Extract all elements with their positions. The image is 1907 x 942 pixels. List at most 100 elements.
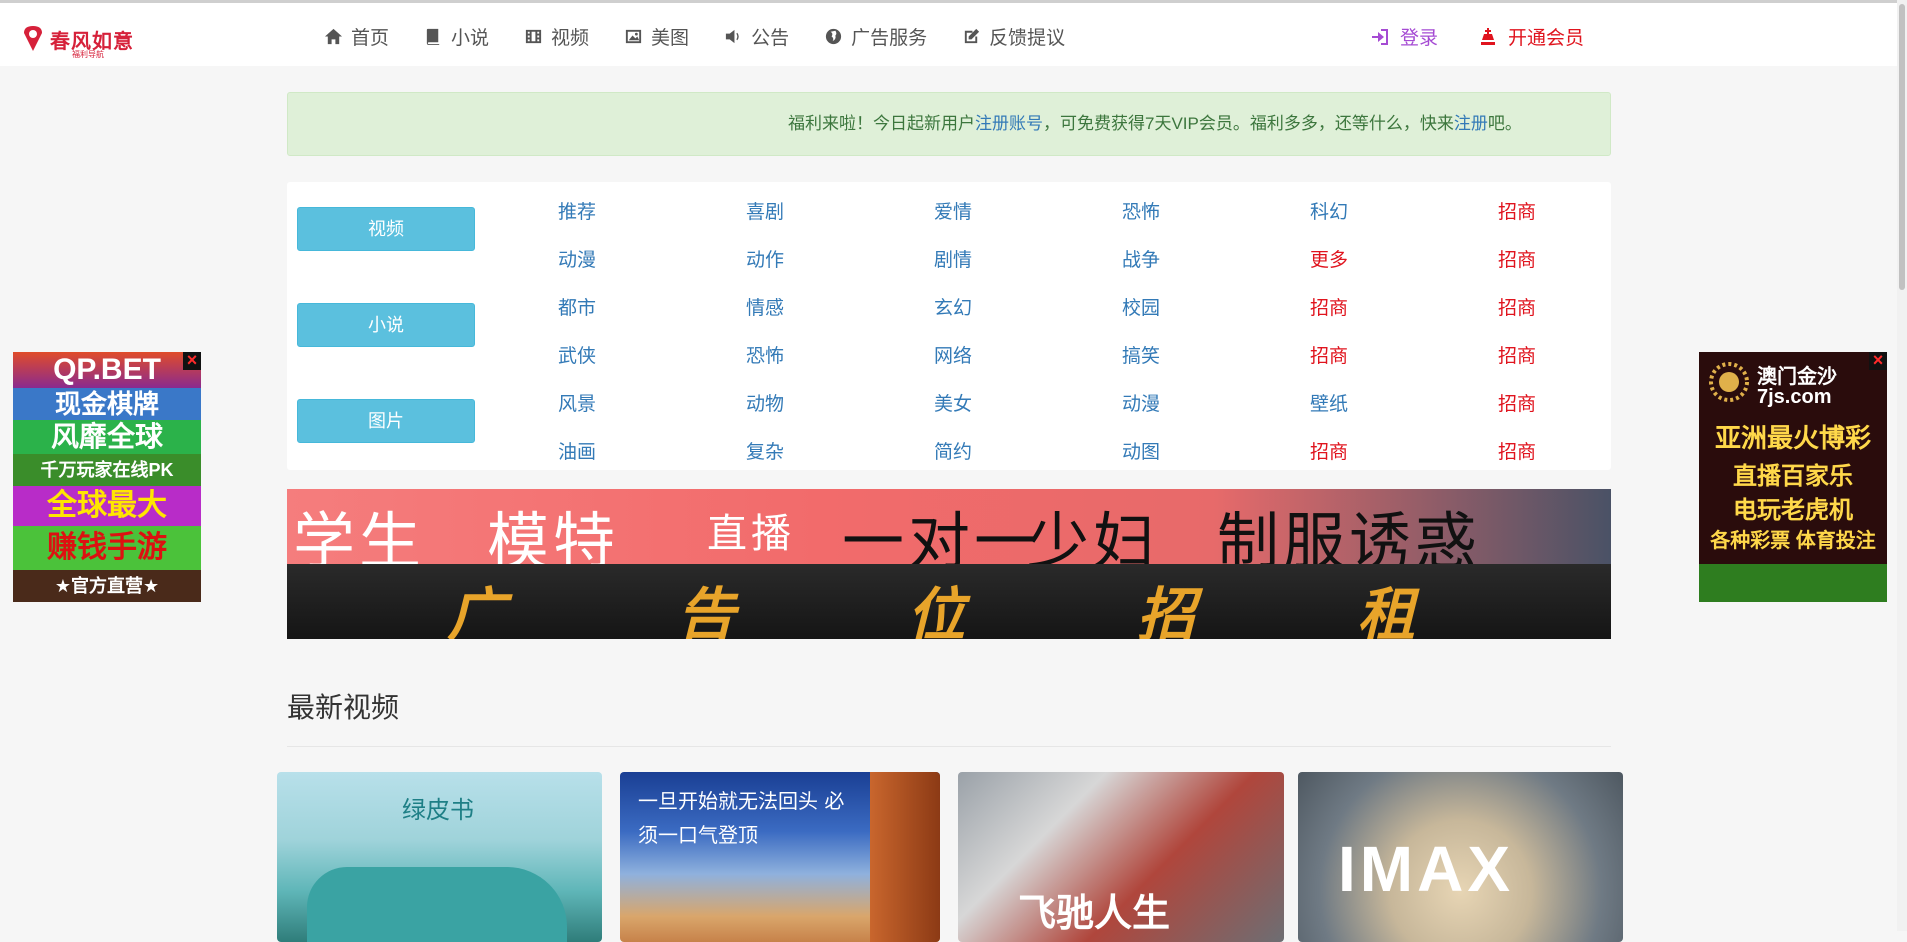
picture-category-button[interactable]: 图片 — [297, 399, 475, 443]
category-link[interactable]: 喜剧 — [746, 197, 934, 224]
category-panel: 视频 小说 图片 推荐 喜剧 爱情 恐怖 科幻 招商 动漫 动作 剧情 战争 更多 招商 都市 情感 玄幻校… — [287, 182, 1611, 470]
category-link[interactable]: 校园 — [1122, 293, 1310, 320]
category-link[interactable]: 风景 — [558, 389, 746, 416]
scrollbar-thumb[interactable] — [1899, 4, 1905, 290]
account-nav: 登录 开通会员 — [1370, 23, 1624, 50]
left-ad-line-7: ★官方直营★ — [13, 570, 201, 602]
site-logo-tagline: 福利导航 — [72, 50, 104, 59]
category-row: 都市 情感 玄幻 校园 招商 招商 — [558, 282, 1686, 330]
category-link[interactable]: 恐怖 — [1122, 197, 1310, 224]
banner-ad[interactable]: 学生 模特 直播 一对一 少妇 制服诱惑 广 告 位 招 租 — [287, 489, 1611, 639]
register-link[interactable]: 注册 — [1454, 114, 1488, 133]
category-link[interactable]: 恐怖 — [746, 341, 934, 368]
category-row: 推荐 喜剧 爱情 恐怖 科幻 招商 — [558, 186, 1686, 234]
banner-ad-top: 学生 模特 直播 一对一 少妇 制服诱惑 — [287, 489, 1611, 578]
category-link[interactable]: 简约 — [934, 437, 1122, 464]
right-ad-line-6: 各种彩票 体育投注 — [1710, 530, 1876, 552]
video-category-button[interactable]: 视频 — [297, 207, 475, 251]
right-ad-line-1: 澳门金沙 — [1757, 366, 1837, 388]
category-link[interactable]: 推荐 — [558, 197, 746, 224]
category-link[interactable]: 招商 — [1498, 437, 1686, 464]
speaker-icon — [725, 29, 739, 44]
category-link[interactable]: 玄幻 — [934, 293, 1122, 320]
category-link[interactable]: 战争 — [1122, 245, 1310, 272]
site-logo[interactable]: 春风如意 福利导航 — [20, 21, 170, 61]
register-account-link[interactable]: 注册账号 — [975, 114, 1043, 133]
novel-category-button[interactable]: 小说 — [297, 303, 475, 347]
category-link[interactable]: 壁纸 — [1310, 389, 1498, 416]
category-grid: 推荐 喜剧 爱情 恐怖 科幻 招商 动漫 动作 剧情 战争 更多 招商 都市 情感 玄幻 校园 招商 招商 武侠 恐怖… — [558, 186, 1686, 474]
nav-announcement-label: 公告 — [751, 28, 790, 49]
video-card[interactable]: 飞驰人生 — [958, 772, 1284, 942]
category-link[interactable]: 网络 — [934, 341, 1122, 368]
right-ad-line-5: 电玩老虎机 — [1733, 497, 1853, 524]
page-scrollbar[interactable] — [1897, 0, 1907, 931]
category-link[interactable]: 搞笑 — [1122, 341, 1310, 368]
welfare-notice: 福利来啦！今日起新用户注册账号，可免费获得7天VIP会员。福利多多，还等什么，快… — [287, 92, 1611, 156]
category-link[interactable]: 美女 — [934, 389, 1122, 416]
category-link[interactable]: 油画 — [558, 437, 746, 464]
category-link[interactable]: 招商 — [1498, 389, 1686, 416]
left-float-ad[interactable]: QP.BET 现金棋牌 风靡全球 千万玩家在线PK 全球最大 赚钱手游 ★官方直… — [13, 352, 201, 602]
video-card[interactable]: 一旦开始就无法回头 必须一口气登顶 — [620, 772, 940, 942]
right-float-ad[interactable]: 澳门金沙 7js.com 亚洲最火博彩 直播百家乐 电玩老虎机 各种彩票 体育投… — [1699, 352, 1887, 602]
banner-ad-bottom: 广 告 位 招 租 — [287, 564, 1611, 639]
category-link[interactable]: 科幻 — [1310, 197, 1498, 224]
nav-pictures[interactable]: 美图 — [624, 23, 689, 50]
category-link[interactable]: 动漫 — [558, 245, 746, 272]
category-link[interactable]: 招商 — [1310, 341, 1498, 368]
nav-novel[interactable]: 小说 — [424, 23, 489, 50]
nav-ad-service[interactable]: 广告服务 — [824, 23, 927, 50]
category-row: 油画 复杂 简约 动图 招商 招商 — [558, 426, 1686, 474]
globe-icon — [825, 28, 842, 45]
video-card-title: 绿皮书 — [402, 796, 474, 824]
category-link[interactable]: 招商 — [1498, 341, 1686, 368]
category-link[interactable]: 招商 — [1498, 245, 1686, 272]
king-icon — [1481, 27, 1496, 45]
nav-video[interactable]: 视频 — [524, 23, 589, 50]
nav-announcement[interactable]: 公告 — [724, 23, 789, 50]
category-link[interactable]: 招商 — [1498, 293, 1686, 320]
banner-rent-1: 广 — [447, 581, 506, 639]
nav-ad-service-label: 广告服务 — [851, 28, 928, 49]
category-link[interactable]: 招商 — [1310, 293, 1498, 320]
notice-text-2: ，可免费获得7天VIP会员。福利多多，还等什么，快来 — [1043, 114, 1454, 133]
video-card[interactable]: IMAX — [1298, 772, 1623, 942]
category-row: 风景 动物 美女 动漫 壁纸 招商 — [558, 378, 1686, 426]
top-navbar: 春风如意 福利导航 首页 小说 视频 美图 公告 广告服务 反馈提议 登录 开通… — [0, 0, 1907, 66]
notice-text-1: 福利来啦！今日起新用户 — [788, 114, 975, 133]
category-link[interactable]: 招商 — [1310, 437, 1498, 464]
category-link[interactable]: 动漫 — [1122, 389, 1310, 416]
left-ad-line-2: 现金棋牌 — [13, 388, 201, 420]
nav-novel-label: 小说 — [451, 28, 490, 49]
category-link[interactable]: 武侠 — [558, 341, 746, 368]
category-link[interactable]: 动图 — [1122, 437, 1310, 464]
category-link[interactable]: 动物 — [746, 389, 934, 416]
nav-feedback[interactable]: 反馈提议 — [962, 23, 1065, 50]
home-icon — [324, 28, 343, 45]
login-link[interactable]: 登录 — [1370, 23, 1438, 50]
nav-home[interactable]: 首页 — [324, 23, 389, 50]
category-link[interactable]: 爱情 — [934, 197, 1122, 224]
nav-home-label: 首页 — [351, 28, 390, 49]
category-link[interactable]: 都市 — [558, 293, 746, 320]
right-ad-line-2: 7js.com — [1757, 386, 1832, 408]
category-link[interactable]: 情感 — [746, 293, 934, 320]
category-link[interactable]: 剧情 — [934, 245, 1122, 272]
category-link[interactable]: 复杂 — [746, 437, 934, 464]
left-ad-line-4: 千万玩家在线PK — [13, 454, 201, 486]
left-ad-line-6: 赚钱手游 — [13, 526, 201, 570]
nav-video-label: 视频 — [551, 28, 590, 49]
close-icon[interactable]: × — [1869, 352, 1887, 370]
latest-videos-title: 最新视频 — [287, 692, 400, 723]
close-icon[interactable]: × — [183, 352, 201, 370]
category-row: 动漫 动作 剧情 战争 更多 招商 — [558, 234, 1686, 282]
video-card[interactable]: 绿皮书 — [277, 772, 602, 942]
category-link[interactable]: 更多 — [1310, 245, 1498, 272]
video-card-title: 飞驰人生 — [1018, 890, 1171, 935]
vip-link[interactable]: 开通会员 — [1478, 23, 1584, 50]
category-link[interactable]: 动作 — [746, 245, 934, 272]
video-card-title: 一旦开始就无法回头 必须一口气登顶 — [638, 789, 845, 847]
category-link[interactable]: 招商 — [1498, 197, 1686, 224]
film-icon — [525, 29, 542, 44]
